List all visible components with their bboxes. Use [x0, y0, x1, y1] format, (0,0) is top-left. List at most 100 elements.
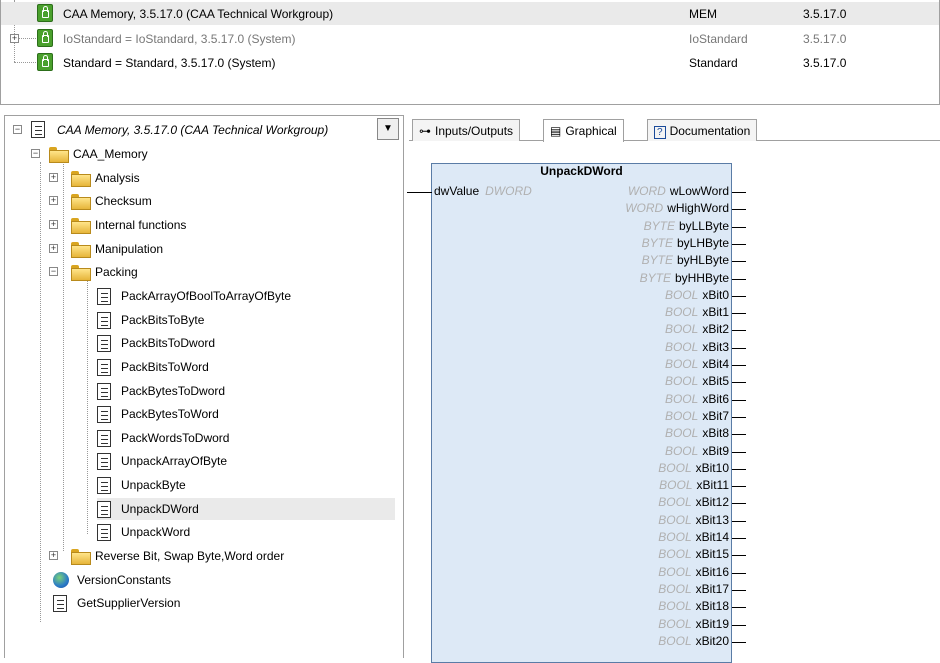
tree-item[interactable]: UnpackArrayOfByte — [97, 450, 395, 472]
tree-item[interactable]: UnpackByte — [97, 474, 395, 496]
output-pin-line — [732, 624, 746, 626]
help-icon: ? — [654, 126, 666, 139]
pin-name: xBit15 — [695, 547, 729, 562]
pin-type: BYTE — [643, 218, 675, 233]
tree-item-label: PackBytesToWord — [121, 407, 219, 422]
output-pin: BOOL xBit16 — [429, 565, 729, 579]
document-icon — [97, 453, 111, 471]
output-pin: BOOL xBit19 — [429, 617, 729, 631]
pin-type: BYTE — [641, 253, 673, 268]
output-pin: BOOL xBit20 — [429, 634, 729, 648]
output-pin: BOOL xBit13 — [429, 513, 729, 527]
tab-label: Documentation — [669, 124, 751, 138]
tab-label: Inputs/Outputs — [435, 124, 514, 138]
output-pin: BOOL xBit4 — [429, 357, 729, 371]
output-pin-line — [732, 451, 746, 453]
library-row-caa-memory[interactable]: CAA Memory, 3.5.17.0 (CAA Technical Work… — [1, 2, 939, 25]
pin-name: byLLByte — [678, 218, 729, 233]
tree-connector — [40, 162, 41, 622]
document-icon — [97, 382, 111, 400]
library-namespace: MEM — [689, 7, 717, 21]
output-pin-line — [732, 295, 746, 297]
pin-type: BOOL — [658, 547, 692, 562]
tree-item-label: PackBitsToDword — [121, 336, 216, 351]
tree-item[interactable]: PackBitsToDword — [97, 332, 395, 354]
tree-item[interactable]: + Internal functions — [49, 214, 395, 236]
collapse-minus-icon[interactable]: − — [13, 125, 22, 134]
library-dropdown-button[interactable]: ▼ — [377, 118, 399, 140]
expand-plus-icon[interactable]: + — [49, 196, 58, 206]
tree-item-label: PackArrayOfBoolToArrayOfByte — [121, 288, 292, 303]
pin-type: BOOL — [658, 512, 692, 527]
output-pin-line — [732, 261, 746, 263]
tree-item[interactable]: UnpackWord — [97, 521, 395, 543]
tree-item-label: VersionConstants — [77, 572, 172, 587]
function-block-name: UnpackDWord — [540, 164, 623, 178]
tree-item-label: UnpackByte — [121, 478, 186, 493]
output-pin: BOOL xBit6 — [429, 392, 729, 406]
tree-item[interactable]: UnpackDWord — [97, 497, 395, 520]
expand-plus-icon[interactable]: + — [10, 34, 19, 43]
tree-item[interactable]: + Manipulation — [49, 238, 395, 260]
output-pin-line — [732, 503, 746, 505]
tree-item[interactable]: + Checksum — [49, 190, 395, 212]
tree-item[interactable]: − CAA_Memory — [31, 143, 395, 165]
tab-inputs-outputs[interactable]: ⊶ Inputs/Outputs — [412, 119, 521, 141]
tree-item[interactable]: GetSupplierVersion — [53, 592, 395, 614]
inputs-outputs-icon: ⊶ — [419, 124, 431, 138]
pin-type: BOOL — [664, 305, 699, 320]
tree-item-label: PackBitsToByte — [121, 312, 205, 327]
tree-item[interactable]: + Analysis — [49, 167, 395, 189]
pin-type: BYTE — [641, 235, 673, 250]
output-pin: BOOL xBit8 — [429, 426, 729, 440]
document-icon — [97, 477, 111, 495]
tree-item[interactable]: PackBitsToByte — [97, 309, 395, 331]
pin-name: xBit4 — [702, 357, 729, 371]
output-pin-line — [732, 382, 746, 384]
output-pin-line — [732, 416, 746, 418]
library-row-standard[interactable]: Standard = Standard, 3.5.17.0 (System) S… — [1, 51, 939, 74]
tree-item[interactable]: PackArrayOfBoolToArrayOfByte — [97, 285, 395, 307]
library-title: CAA Memory, 3.5.17.0 (CAA Technical Work… — [57, 123, 329, 137]
output-pin: BOOL xBit17 — [429, 582, 729, 596]
library-version: 3.5.17.0 — [803, 56, 847, 70]
pin-type: BOOL — [658, 564, 692, 579]
output-pin-line — [732, 572, 746, 574]
tree-item[interactable]: PackBytesToDword — [97, 380, 395, 402]
pin-name: xBit16 — [695, 564, 729, 579]
tree-item[interactable]: + Reverse Bit, Swap Byte,Word order — [49, 545, 395, 567]
pin-name: xBit9 — [702, 443, 729, 458]
output-pin-line — [732, 399, 746, 401]
tree-item[interactable]: PackBytesToWord — [97, 403, 395, 425]
library-name: CAA Memory, 3.5.17.0 (CAA Technical Work… — [63, 7, 334, 21]
collapse-minus-icon[interactable]: − — [31, 149, 40, 158]
tree-item-label: PackWordsToDword — [121, 430, 230, 445]
library-lock-icon — [37, 29, 53, 47]
pin-name: xBit3 — [702, 339, 729, 354]
tree-item-label: Packing — [95, 265, 138, 280]
expand-plus-icon[interactable]: + — [49, 551, 58, 561]
pin-type: WORD — [627, 184, 666, 198]
pin-name: xBit0 — [702, 287, 729, 302]
folder-icon — [71, 549, 91, 566]
tree-item[interactable]: − Packing — [49, 261, 395, 283]
expand-plus-icon[interactable]: + — [49, 219, 58, 229]
tab-graphical[interactable]: ▤ Graphical — [543, 119, 624, 142]
pin-name: byHHByte — [674, 270, 729, 285]
tree-item[interactable]: PackBitsToWord — [97, 356, 395, 378]
document-icon — [53, 595, 67, 613]
output-pin-line — [732, 365, 746, 366]
collapse-minus-icon[interactable]: − — [49, 267, 58, 277]
tree-item[interactable]: PackWordsToDword — [97, 427, 395, 449]
output-pin-line — [732, 226, 746, 228]
output-pin: BOOL xBit0 — [429, 288, 729, 302]
globe-icon — [53, 571, 69, 588]
expand-plus-icon[interactable]: + — [49, 172, 58, 182]
tree-item[interactable]: VersionConstants — [53, 569, 395, 591]
expand-plus-icon[interactable]: + — [49, 243, 58, 253]
pin-type: BOOL — [664, 443, 699, 458]
folder-icon — [49, 147, 69, 163]
library-row-iostandard[interactable]: + IoStandard = IoStandard, 3.5.17.0 (Sys… — [1, 27, 939, 50]
tree-item-label: Checksum — [95, 194, 152, 209]
tab-documentation[interactable]: ? Documentation — [647, 119, 758, 141]
